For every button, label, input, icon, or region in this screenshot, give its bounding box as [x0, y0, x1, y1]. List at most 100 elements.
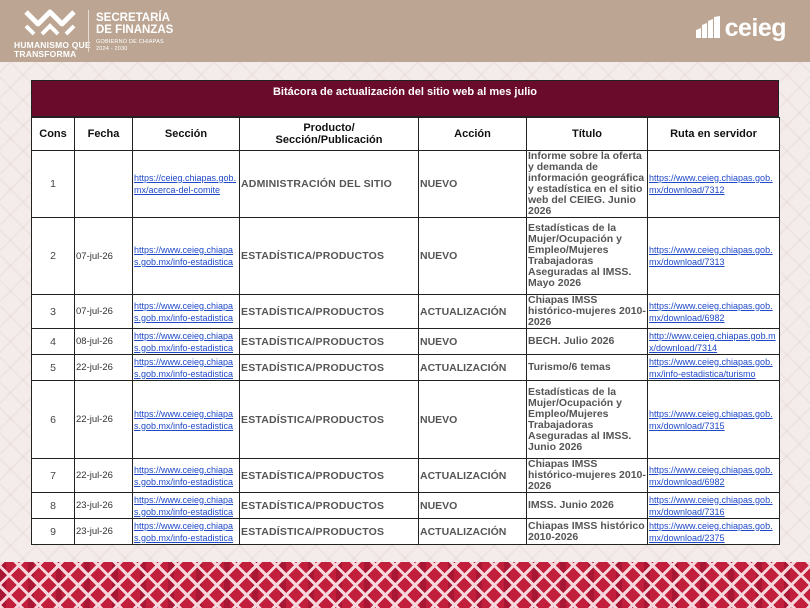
- cell-producto: ESTADÍSTICA/PRODUCTOS: [239, 380, 419, 459]
- cell-seccion-link[interactable]: https://www.ceieg.chiapas.gob.mx/info-es…: [132, 518, 240, 545]
- cell-fecha: 22-jul-26: [74, 354, 133, 381]
- cell-producto: ESTADÍSTICA/PRODUCTOS: [239, 354, 419, 381]
- col-header-seccion: Sección: [132, 117, 240, 151]
- cell-producto: ADMINISTRACIÓN DEL SITIO: [239, 150, 419, 218]
- col-header-titulo: Título: [526, 117, 648, 151]
- cell-seccion-link[interactable]: https://www.ceieg.chiapas.gob.mx/info-es…: [132, 354, 240, 381]
- cell-ruta-link[interactable]: https://www.ceieg.chiapas.gob.mx/downloa…: [647, 492, 780, 519]
- cell-ruta-link[interactable]: https://www.ceieg.chiapas.gob.mx/info-es…: [647, 354, 780, 381]
- ceieg-building-icon: [695, 16, 720, 38]
- cell-accion: ACTUALIZACIÓN: [418, 354, 527, 381]
- logo-text-line2: TRANSFORMA: [14, 49, 77, 59]
- cell-accion: ACTUALIZACIÓN: [418, 518, 527, 545]
- col-header-producto-line1: Producto/: [303, 122, 355, 134]
- cell-seccion-link[interactable]: https://www.ceieg.chiapas.gob.mx/info-es…: [132, 328, 240, 355]
- cell-seccion-link[interactable]: https://www.ceieg.chiapas.gob.mx/info-es…: [132, 217, 240, 295]
- cell-fecha: 08-jul-26: [74, 328, 133, 355]
- table-row: 7 22-jul-26 https://www.ceieg.chiapas.go…: [31, 458, 780, 493]
- table-row: 6 22-jul-26 https://www.ceieg.chiapas.go…: [31, 380, 780, 459]
- table-row: 3 07-jul-26 https://www.ceieg.chiapas.go…: [31, 294, 780, 329]
- ceieg-logo: ceieg: [695, 14, 787, 42]
- col-header-ruta: Ruta en servidor: [647, 117, 780, 151]
- cell-producto: ESTADÍSTICA/PRODUCTOS: [239, 328, 419, 355]
- cell-cons: 2: [31, 217, 75, 295]
- cell-ruta-link[interactable]: https://www.ceieg.chiapas.gob.mx/downloa…: [647, 380, 780, 459]
- header-divider: [88, 10, 89, 52]
- cell-accion: NUEVO: [418, 492, 527, 519]
- cell-titulo: Chiapas IMSS histórico-mujeres 2010-2026: [526, 294, 648, 329]
- cell-accion: NUEVO: [418, 328, 527, 355]
- secretaria-line1: SECRETARÍA: [96, 12, 170, 24]
- cell-cons: 3: [31, 294, 75, 329]
- cell-accion: NUEVO: [418, 150, 527, 218]
- col-header-fecha: Fecha: [74, 117, 133, 151]
- cell-ruta-link[interactable]: http://www.ceieg.chiapas.gob.mx/download…: [647, 328, 780, 355]
- cell-accion: ACTUALIZACIÓN: [418, 458, 527, 493]
- cell-accion: ACTUALIZACIÓN: [418, 294, 527, 329]
- cell-seccion-link[interactable]: https://www.ceieg.chiapas.gob.mx/info-es…: [132, 380, 240, 459]
- cell-producto: ESTADÍSTICA/PRODUCTOS: [239, 294, 419, 329]
- cell-ruta-link[interactable]: https://www.ceieg.chiapas.gob.mx/downloa…: [647, 518, 780, 545]
- cell-accion: NUEVO: [418, 217, 527, 295]
- col-header-producto-line2: Sección/Publicación: [275, 134, 383, 146]
- table-header-row: Cons Fecha Sección Producto/ Sección/Pub…: [31, 117, 780, 151]
- logo-text-line1: HUMANISMO QUE: [14, 40, 91, 50]
- cell-fecha: 23-jul-26: [74, 518, 133, 545]
- cell-cons: 8: [31, 492, 75, 519]
- secretaria-line2: DE FINANZAS: [96, 24, 174, 36]
- cell-titulo: Turismo/6 temas: [526, 354, 648, 381]
- cell-titulo: Chiapas IMSS histórico-mujeres 2010-2026: [526, 458, 648, 493]
- table-row: 9 23-jul-26 https://www.ceieg.chiapas.go…: [31, 518, 780, 545]
- cell-cons: 6: [31, 380, 75, 459]
- cell-producto: ESTADÍSTICA/PRODUCTOS: [239, 217, 419, 295]
- cell-fecha: 07-jul-26: [74, 294, 133, 329]
- cell-fecha: 22-jul-26: [74, 458, 133, 493]
- cell-fecha: [74, 150, 133, 218]
- cell-seccion-link[interactable]: https://www.ceieg.chiapas.gob.mx/info-es…: [132, 294, 240, 329]
- table-row: 8 23-jul-26 https://www.ceieg.chiapas.go…: [31, 492, 780, 519]
- cell-accion: NUEVO: [418, 380, 527, 459]
- cell-cons: 5: [31, 354, 75, 381]
- cell-producto: ESTADÍSTICA/PRODUCTOS: [239, 458, 419, 493]
- table-row: 5 22-jul-26 https://www.ceieg.chiapas.go…: [31, 354, 780, 381]
- cell-titulo: IMSS. Junio 2026: [526, 492, 648, 519]
- cell-titulo: Chiapas IMSS histórico 2010-2026: [526, 518, 648, 545]
- cell-titulo: Estadísticas de la Mujer/Ocupación y Emp…: [526, 380, 648, 459]
- cell-cons: 4: [31, 328, 75, 355]
- cell-fecha: 23-jul-26: [74, 492, 133, 519]
- humanismo-logo: HUMANISMO QUE TRANSFORMA: [14, 6, 91, 59]
- ceieg-wordmark: ceieg: [724, 14, 787, 42]
- col-header-producto: Producto/ Sección/Publicación: [239, 117, 419, 151]
- humanismo-emblem-icon: [24, 9, 76, 36]
- cell-fecha: 07-jul-26: [74, 217, 133, 295]
- cell-titulo: Informe sobre la oferta y demanda de inf…: [526, 150, 648, 218]
- cell-seccion-link[interactable]: https://www.ceieg.chiapas.gob.mx/info-es…: [132, 492, 240, 519]
- table-row: 1 https://ceieg.chiapas.gob.mx/acerca-de…: [31, 150, 780, 218]
- cell-ruta-link[interactable]: https://www.ceieg.chiapas.gob.mx/downloa…: [647, 217, 780, 295]
- secretaria-sub: GOBIERNO DE CHIAPAS: [96, 39, 164, 45]
- bitacora-table: Cons Fecha Sección Producto/ Sección/Pub…: [31, 117, 780, 545]
- cell-producto: ESTADÍSTICA/PRODUCTOS: [239, 492, 419, 519]
- cell-seccion-link[interactable]: https://ceieg.chiapas.gob.mx/acerca-del-…: [132, 150, 240, 218]
- cell-cons: 7: [31, 458, 75, 493]
- cell-seccion-link[interactable]: https://www.ceieg.chiapas.gob.mx/info-es…: [132, 458, 240, 493]
- cell-fecha: 22-jul-26: [74, 380, 133, 459]
- secretaria-logo: SECRETARÍA DE FINANZAS GOBIERNO DE CHIAP…: [96, 12, 173, 52]
- cell-ruta-link[interactable]: https://www.ceieg.chiapas.gob.mx/downloa…: [647, 294, 780, 329]
- header-band: HUMANISMO QUE TRANSFORMA SECRETARÍA DE F…: [0, 0, 810, 62]
- cell-producto: ESTADÍSTICA/PRODUCTOS: [239, 518, 419, 545]
- cell-titulo: BECH. Julio 2026: [526, 328, 648, 355]
- table-row: 4 08-jul-26 https://www.ceieg.chiapas.go…: [31, 328, 780, 355]
- cell-ruta-link[interactable]: https://www.ceieg.chiapas.gob.mx/downloa…: [647, 458, 780, 493]
- cell-cons: 1: [31, 150, 75, 218]
- table-row: 2 07-jul-26 https://www.ceieg.chiapas.go…: [31, 217, 780, 295]
- cell-ruta-link[interactable]: https://www.ceieg.chiapas.gob.mx/downloa…: [647, 150, 780, 218]
- cell-titulo: Estadísticas de la Mujer/Ocupación y Emp…: [526, 217, 648, 295]
- col-header-accion: Acción: [418, 117, 527, 151]
- secretaria-years: 2024 - 2030: [96, 46, 128, 52]
- col-header-cons: Cons: [31, 117, 75, 151]
- bitacora-table-container: Bitácora de actualización del sitio web …: [31, 80, 780, 545]
- bottom-decorative-band: [0, 562, 810, 608]
- table-title: Bitácora de actualización del sitio web …: [31, 80, 779, 117]
- cell-cons: 9: [31, 518, 75, 545]
